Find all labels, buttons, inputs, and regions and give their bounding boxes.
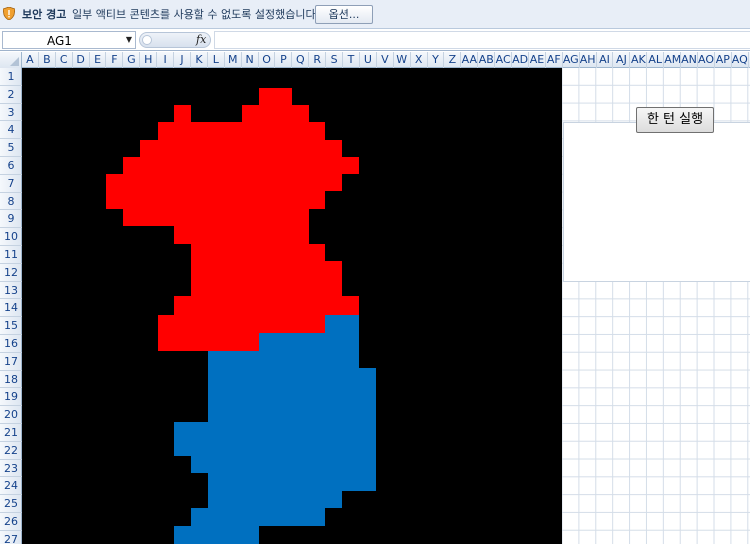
column-header-m[interactable]: M xyxy=(225,52,242,68)
row-header-17[interactable]: 17 xyxy=(0,353,22,371)
column-header-ae[interactable]: AE xyxy=(529,52,546,68)
column-header-z[interactable]: Z xyxy=(445,52,462,68)
expand-handle-icon[interactable] xyxy=(142,35,152,45)
column-header-k[interactable]: K xyxy=(191,52,208,68)
korea-map xyxy=(106,88,376,544)
row-header-6[interactable]: 6 xyxy=(0,157,22,175)
column-header-aq[interactable]: AQ xyxy=(732,52,749,68)
row-header-7[interactable]: 7 xyxy=(0,175,22,193)
column-header-f[interactable]: F xyxy=(107,52,124,68)
column-header-ao[interactable]: AO xyxy=(698,52,715,68)
options-button[interactable]: 옵션... xyxy=(315,5,373,24)
column-header-aa[interactable]: AA xyxy=(461,52,479,68)
row-header-26[interactable]: 26 xyxy=(0,513,22,531)
row-header-12[interactable]: 12 xyxy=(0,264,22,282)
column-header-ap[interactable]: AP xyxy=(715,52,732,68)
column-header-ac[interactable]: AC xyxy=(495,52,513,68)
column-header-ag[interactable]: AG xyxy=(563,52,580,68)
column-header-n[interactable]: N xyxy=(242,52,259,68)
button-sheet-area xyxy=(563,122,750,282)
row-header-4[interactable]: 4 xyxy=(0,121,22,140)
column-header-u[interactable]: U xyxy=(360,52,377,68)
row-header-11[interactable]: 11 xyxy=(0,246,22,264)
row-header-23[interactable]: 23 xyxy=(0,460,22,478)
column-header-p[interactable]: P xyxy=(276,52,293,68)
shield-warning-icon xyxy=(3,7,15,20)
row-header-column: 1 2 3 4 5 6 7 8 9 10 11 12 13 14 15 16 17 18 19 20 21 22 23 24 2… xyxy=(0,68,22,544)
row-header-16[interactable]: 16 xyxy=(0,335,22,353)
column-header-x[interactable]: X xyxy=(411,52,428,68)
row-header-25[interactable]: 25 xyxy=(0,495,22,513)
name-box[interactable]: AG1 ▼ xyxy=(2,31,136,49)
row-header-14[interactable]: 14 xyxy=(0,299,22,318)
column-header-y[interactable]: Y xyxy=(428,52,445,68)
security-warning-message: 일부 액티브 콘텐츠를 사용할 수 없도록 설정했습니다. xyxy=(72,8,320,21)
column-header-l[interactable]: L xyxy=(208,52,225,68)
column-header-q[interactable]: Q xyxy=(292,52,310,68)
row-header-19[interactable]: 19 xyxy=(0,388,22,407)
column-header-am[interactable]: AM xyxy=(664,52,682,68)
security-warning-title: 보안 경고 xyxy=(22,8,67,21)
column-header-r[interactable]: R xyxy=(309,52,327,68)
column-header-b[interactable]: B xyxy=(39,52,56,68)
row-header-20[interactable]: 20 xyxy=(0,406,22,424)
column-header-al[interactable]: AL xyxy=(647,52,665,68)
formula-bar: AG1 ▼ fx xyxy=(0,30,750,51)
select-all-button[interactable] xyxy=(0,52,22,68)
column-header-i[interactable]: I xyxy=(157,52,175,68)
row-header-5[interactable]: 5 xyxy=(0,139,22,157)
formula-controls: fx xyxy=(139,32,211,48)
column-header-t[interactable]: T xyxy=(343,52,360,68)
column-header-ak[interactable]: AK xyxy=(630,52,648,68)
column-header-h[interactable]: H xyxy=(140,52,158,68)
name-box-dropdown-icon[interactable]: ▼ xyxy=(126,35,132,44)
row-header-9[interactable]: 9 xyxy=(0,210,22,229)
row-header-1[interactable]: 1 xyxy=(0,68,22,86)
column-header-w[interactable]: W xyxy=(394,52,411,68)
column-header-c[interactable]: C xyxy=(56,52,73,68)
column-header-v[interactable]: V xyxy=(377,52,394,68)
column-header-e[interactable]: E xyxy=(90,52,107,68)
row-header-3[interactable]: 3 xyxy=(0,104,22,122)
row-header-13[interactable]: 13 xyxy=(0,282,22,300)
column-header-ah[interactable]: AH xyxy=(580,52,597,68)
security-warning-bar: 보안 경고 일부 액티브 콘텐츠를 사용할 수 없도록 설정했습니다. 옵션..… xyxy=(0,0,750,29)
north-region xyxy=(106,88,359,351)
row-header-2[interactable]: 2 xyxy=(0,86,22,104)
row-header-22[interactable]: 22 xyxy=(0,442,22,460)
column-header-o[interactable]: O xyxy=(259,52,276,68)
column-header-d[interactable]: D xyxy=(73,52,90,68)
row-header-24[interactable]: 24 xyxy=(0,477,22,496)
row-header-21[interactable]: 21 xyxy=(0,424,22,442)
column-header-ad[interactable]: AD xyxy=(512,52,529,68)
row-header-10[interactable]: 10 xyxy=(0,228,22,246)
name-box-value: AG1 xyxy=(47,34,72,48)
row-header-27[interactable]: 27 xyxy=(0,531,22,544)
column-header-row: A B C D E F G H I J K L M N O P Q R S T U V W X Y Z AA AB AC AD AE AF AG… xyxy=(0,52,750,68)
select-all-icon xyxy=(10,57,19,66)
column-header-ai[interactable]: AI xyxy=(597,52,614,68)
column-header-s[interactable]: S xyxy=(326,52,344,68)
insert-function-button[interactable]: fx xyxy=(196,33,206,46)
column-header-ab[interactable]: AB xyxy=(478,52,496,68)
row-header-8[interactable]: 8 xyxy=(0,193,22,211)
formula-input[interactable] xyxy=(214,31,750,49)
column-header-j[interactable]: J xyxy=(174,52,191,68)
column-header-g[interactable]: G xyxy=(123,52,141,68)
column-header-a[interactable]: A xyxy=(22,52,39,68)
row-header-15[interactable]: 15 xyxy=(0,317,22,335)
column-header-an[interactable]: AN xyxy=(681,52,698,68)
run-turn-button[interactable]: 한 턴 실행 xyxy=(636,107,714,133)
column-header-aj[interactable]: AJ xyxy=(614,52,631,68)
row-header-18[interactable]: 18 xyxy=(0,371,22,389)
column-header-af[interactable]: AF xyxy=(546,52,563,68)
